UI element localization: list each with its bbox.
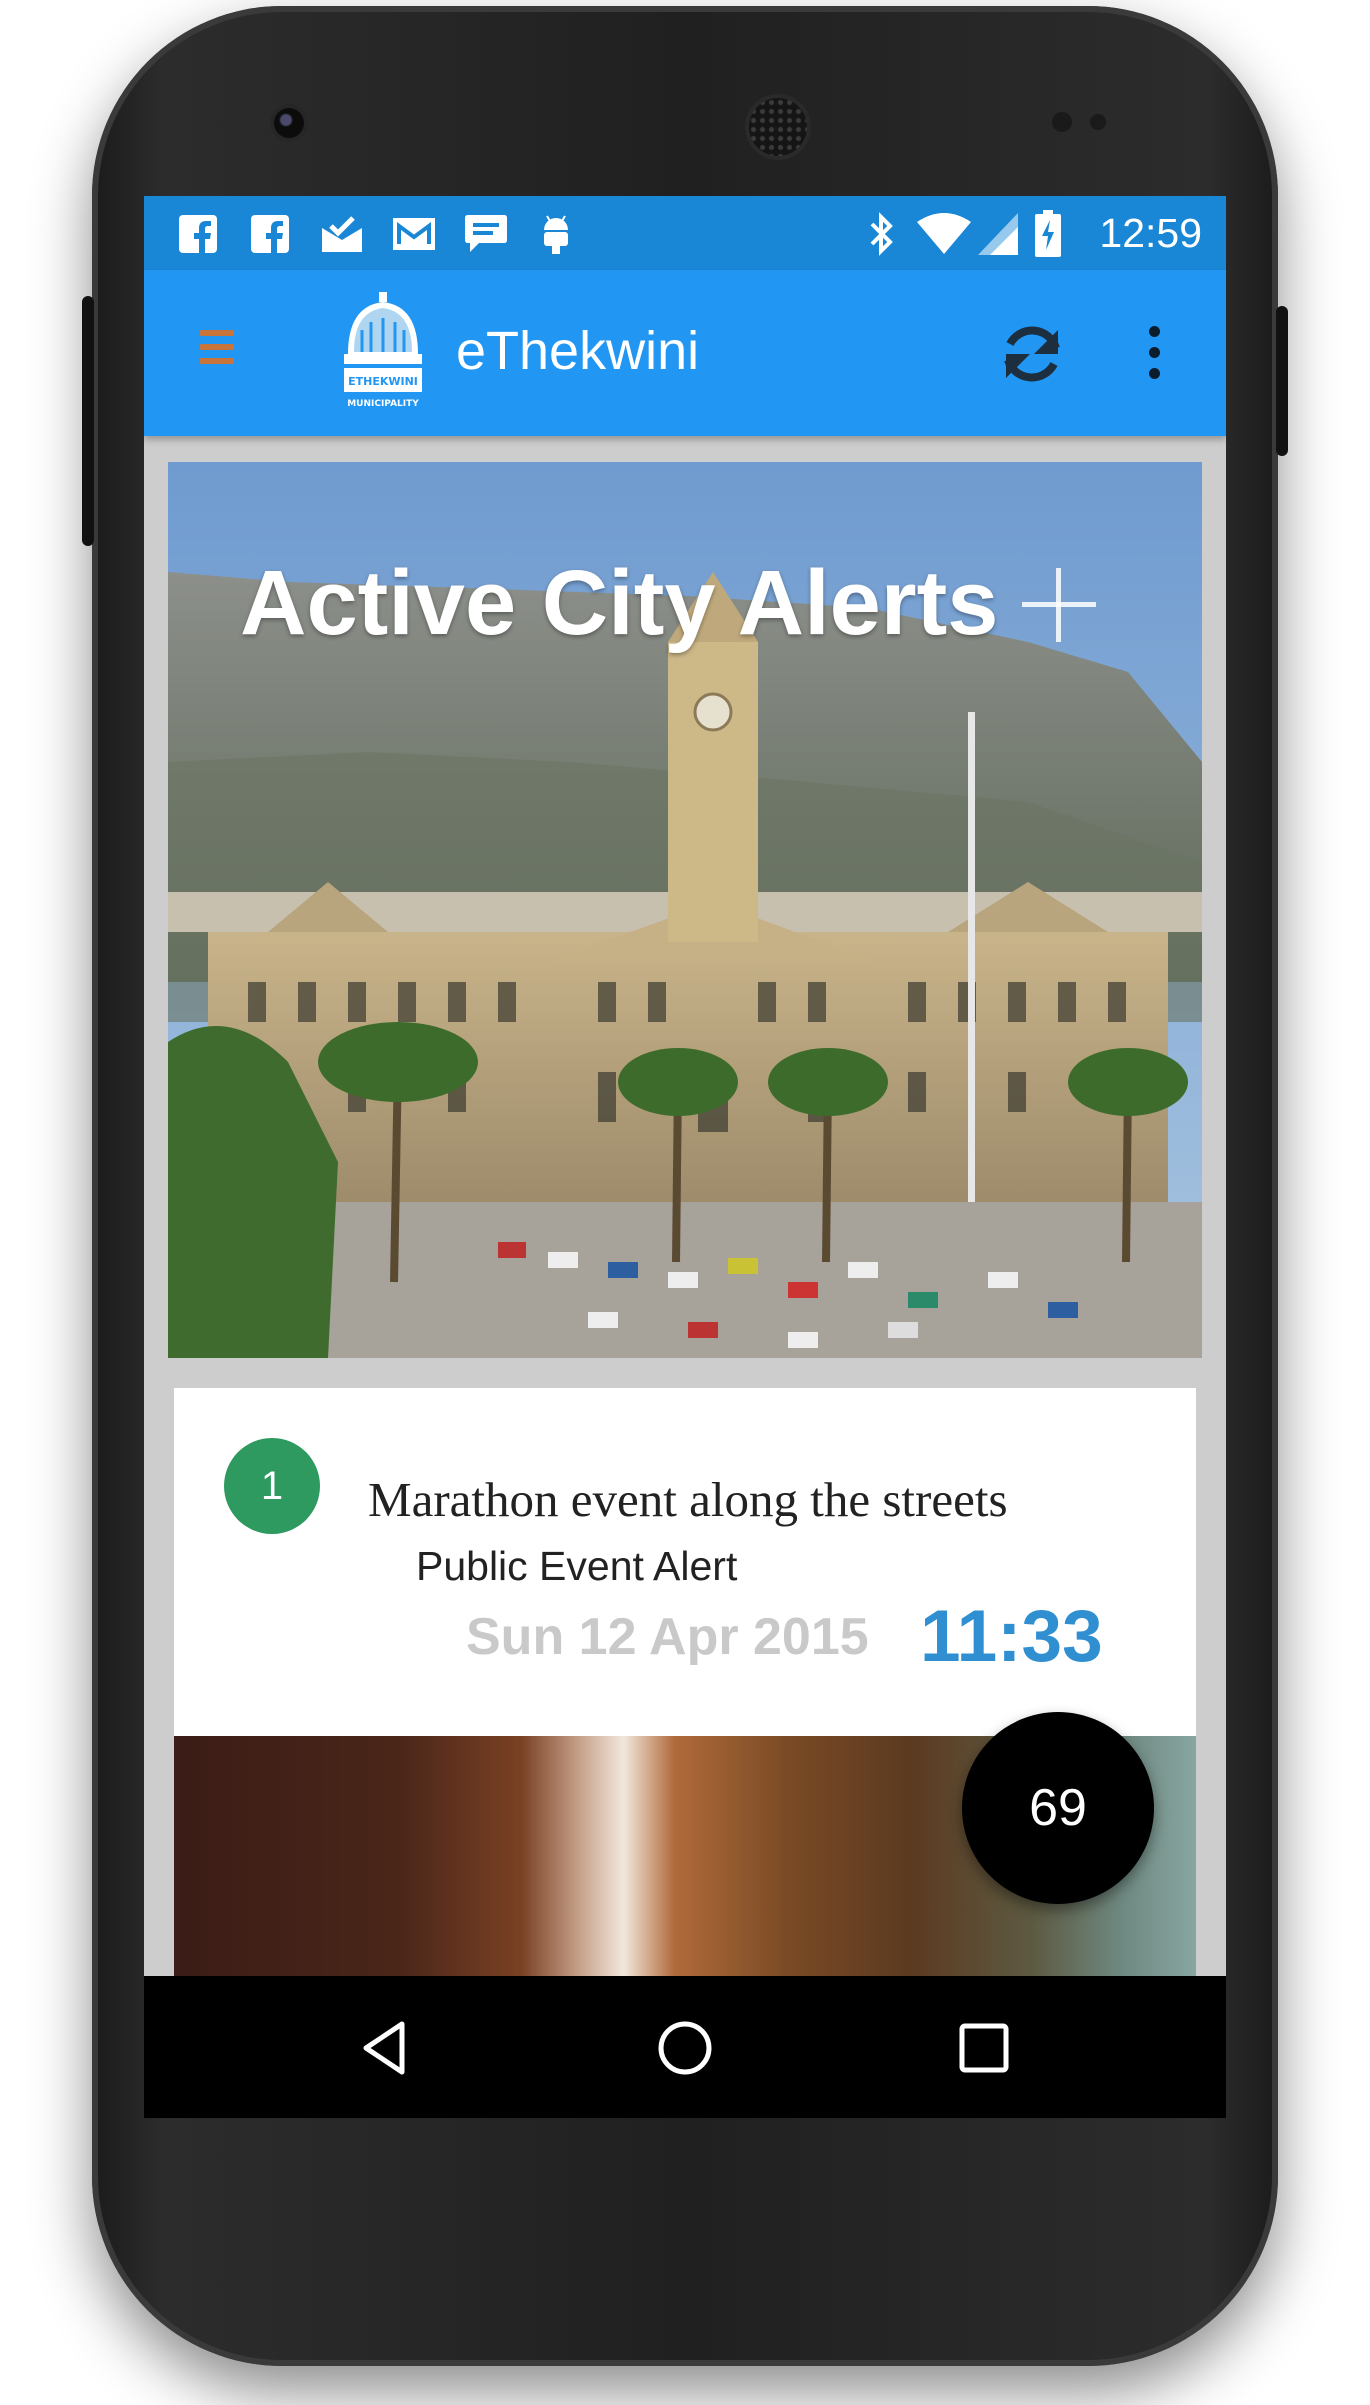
alert-time: 11:33 bbox=[920, 1596, 1103, 1677]
alert-date: Sun 12 Apr 2015 bbox=[466, 1608, 869, 1666]
alert-number-badge: 1 bbox=[224, 1438, 320, 1534]
menu-icon[interactable] bbox=[200, 330, 234, 370]
phone-screen: 12:59 ETHEKWINI MUNICIPALITY eThekwini A… bbox=[144, 196, 1226, 2118]
gmail-icon bbox=[390, 212, 438, 256]
front-camera bbox=[274, 108, 304, 138]
hero-banner: Active City Alerts bbox=[168, 462, 1202, 1358]
back-icon[interactable] bbox=[354, 2016, 418, 2080]
proximity-sensor bbox=[1052, 112, 1072, 132]
app-title: eThekwini bbox=[456, 321, 700, 381]
mail-check-icon bbox=[318, 212, 366, 256]
signal-icon bbox=[976, 212, 1020, 256]
alert-count-fab[interactable]: 69 bbox=[962, 1712, 1154, 1904]
status-time: 12:59 bbox=[1099, 210, 1202, 256]
hero-title: Active City Alerts bbox=[240, 552, 999, 654]
android-icon bbox=[536, 212, 576, 256]
volume-button bbox=[82, 296, 94, 546]
battery-charging-icon bbox=[1032, 210, 1064, 257]
alert-title: Marathon event along the streets bbox=[368, 1472, 1008, 1527]
bluetooth-icon bbox=[864, 212, 900, 256]
facebook-icon bbox=[176, 212, 220, 256]
svg-text:ETHEKWINI: ETHEKWINI bbox=[348, 375, 418, 388]
app-bar: ETHEKWINI MUNICIPALITY eThekwini bbox=[144, 270, 1226, 436]
chat-icon bbox=[462, 212, 510, 256]
municipality-logo: ETHEKWINI MUNICIPALITY bbox=[338, 290, 428, 412]
status-bar: 12:59 bbox=[144, 196, 1226, 270]
navigation-bar bbox=[144, 1976, 1226, 2118]
svg-text:MUNICIPALITY: MUNICIPALITY bbox=[347, 399, 419, 409]
recents-icon[interactable] bbox=[952, 2016, 1016, 2080]
refresh-icon[interactable] bbox=[996, 318, 1068, 390]
earpiece-speaker bbox=[749, 98, 807, 156]
power-button bbox=[1276, 306, 1288, 456]
more-vert-icon[interactable] bbox=[1144, 326, 1164, 382]
wifi-icon bbox=[914, 212, 974, 256]
facebook-icon bbox=[248, 212, 292, 256]
plus-icon[interactable] bbox=[1022, 568, 1096, 642]
light-sensor bbox=[1090, 114, 1106, 130]
home-icon[interactable] bbox=[653, 2016, 717, 2080]
alert-type: Public Event Alert bbox=[416, 1543, 738, 1589]
